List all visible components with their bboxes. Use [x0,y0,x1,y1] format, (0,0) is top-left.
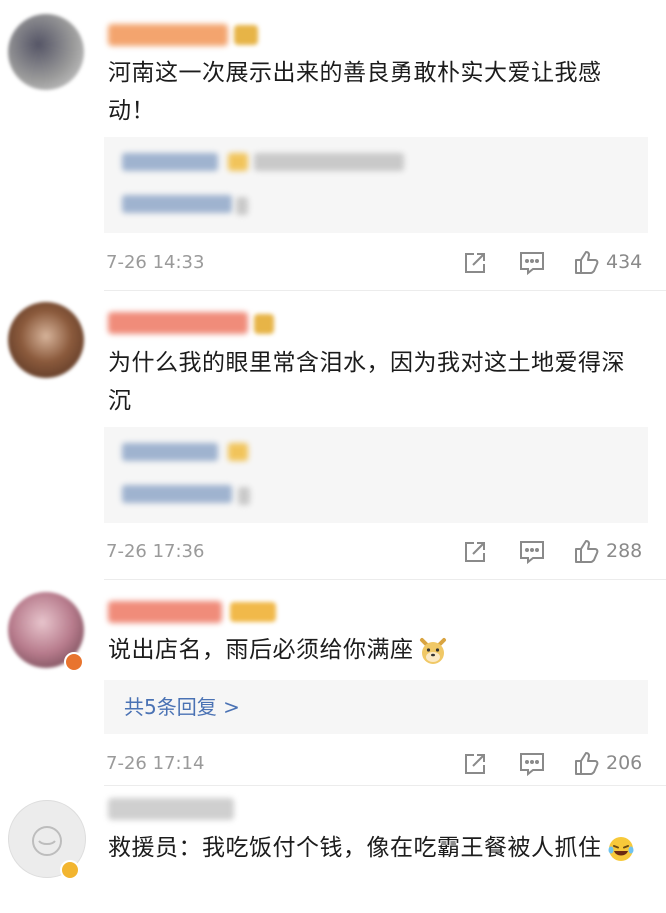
comment-text: 救援员：我吃饭付个钱，像在吃霸王餐被人抓住 [108,829,644,867]
comment-item: 为什么我的眼里常含泪水，因为我对这土地爱得深沉 7-26 17:36 288 [0,291,666,579]
like-button[interactable]: 288 [574,538,642,564]
reply-arrow-blurred [238,487,250,505]
share-button[interactable] [462,751,488,777]
like-count: 288 [606,540,643,562]
reply-preview[interactable]: 共5条回复 > [104,680,648,734]
like-button[interactable]: 206 [574,750,642,776]
avatar[interactable] [8,14,84,90]
comment-time: 7-26 14:33 [106,252,205,273]
comment-text: 说出店名，雨后必须给你满座 [108,631,644,669]
like-count: 206 [606,752,643,774]
reply-text-blurred [254,153,404,171]
reply-arrow-blurred [236,197,248,215]
reply-author-blurred [122,443,218,461]
thumbs-up-icon [575,540,599,563]
vip-badge [254,314,274,334]
share-icon [465,253,485,273]
share-icon [465,542,485,562]
dog-face-emoji [418,636,448,666]
reply-count-blurred [122,195,232,213]
view-replies-link[interactable]: 共5条回复 > [124,693,240,721]
like-button[interactable]: 434 [574,249,642,275]
share-button[interactable] [462,250,488,276]
comment-item: 说出店名，雨后必须给你满座 共5条回复 > 7-26 17:14 206 [0,580,666,785]
comment-button[interactable] [518,751,546,777]
share-icon [465,754,485,774]
comment-icon [520,252,544,276]
reply-preview[interactable] [104,427,648,523]
comment-text-content: 说出店名，雨后必须给你满座 [108,637,414,663]
comment-time: 7-26 17:14 [106,753,205,774]
comment-text-content: 救援员：我吃饭付个钱，像在吃霸王餐被人抓住 [108,835,602,861]
username[interactable] [108,601,222,623]
avatar-badge [64,652,84,672]
comment-item: 河南这一次展示出来的善良勇敢朴实大爱让我感动！ 7-26 14:33 434 [0,0,666,290]
vip-badge [230,602,276,622]
username[interactable] [108,24,228,46]
vip-badge [234,25,258,45]
comment-time: 7-26 17:36 [106,541,205,562]
avatar-badge [60,860,80,880]
username[interactable] [108,312,248,334]
username[interactable] [108,798,234,820]
comment-item: 救援员：我吃饭付个钱，像在吃霸王餐被人抓住 [0,786,666,913]
reply-preview[interactable] [104,137,648,233]
reply-badge-blurred [228,153,248,171]
laughing-tears-emoji [606,834,636,864]
comment-button[interactable] [518,250,546,276]
thumbs-up-icon [575,251,599,274]
thumbs-up-icon [575,752,599,775]
reply-badge-blurred [228,443,248,461]
reply-author-blurred [122,153,218,171]
comment-icon [520,753,544,777]
share-button[interactable] [462,539,488,565]
comment-text: 为什么我的眼里常含泪水，因为我对这土地爱得深沉 [108,350,625,414]
comment-button[interactable] [518,539,546,565]
reply-count-blurred [122,485,232,503]
comment-icon [520,541,544,565]
comment-text: 河南这一次展示出来的善良勇敢朴实大爱让我感动！ [108,60,602,124]
like-count: 434 [606,251,643,273]
avatar[interactable] [8,302,84,378]
